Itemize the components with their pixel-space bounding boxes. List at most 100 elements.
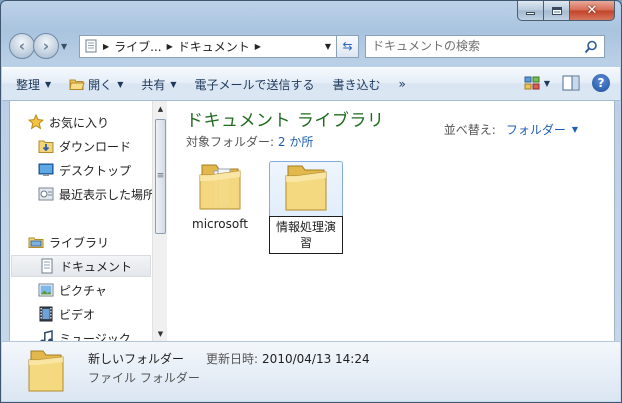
documents-icon (41, 258, 53, 274)
command-bar: 整理 ▼ 開く ▼ 共有 ▼ 電子メールで送信する 書き込む » ▼ ? (2, 67, 620, 101)
navigation-scrollbar[interactable]: ▲ ≡ ▼ (152, 101, 167, 341)
help-icon[interactable]: ? (592, 74, 610, 92)
open-button[interactable]: 開く ▼ (69, 76, 123, 93)
back-arrow-icon: ‹ (18, 37, 26, 55)
file-item-microsoft[interactable]: microsoft (183, 161, 257, 231)
refresh-icon: ⇆ (342, 39, 353, 53)
organize-button[interactable]: 整理 ▼ (16, 76, 51, 93)
close-button[interactable]: ✕ (570, 1, 615, 21)
search-box (365, 34, 605, 58)
documents-location-icon (85, 39, 97, 53)
recent-pages-dropdown[interactable]: ▼ (61, 42, 73, 51)
nav-label: ミュージック (59, 331, 131, 342)
modified-label: 更新日時: (206, 352, 259, 366)
pictures-icon (38, 283, 54, 297)
libraries-icon (28, 237, 44, 248)
breadcrumb-separator-icon[interactable]: ▶ (167, 42, 173, 51)
organize-label: 整理 (16, 77, 41, 92)
star-icon (28, 114, 44, 130)
folder-icon (199, 164, 241, 210)
scroll-down-icon[interactable]: ▼ (153, 326, 168, 341)
burn-button[interactable]: 書き込む (333, 76, 381, 93)
scrollbar-thumb[interactable]: ≡ (155, 119, 166, 234)
library-title: ドキュメント ライブラリ (186, 111, 385, 131)
nav-label: ライブラリ (49, 235, 110, 250)
file-name: microsoft (192, 217, 248, 231)
caption-buttons: ✕ (517, 1, 615, 21)
selected-item-type: ファイル フォルダー (88, 371, 200, 385)
folder-icon (285, 165, 327, 211)
email-button[interactable]: 電子メールで送信する (195, 76, 315, 93)
navigation-bar: ‹ › ▼ ▶ ライブ... ▶ ドキュメント ▶ ▼ ⇆ (9, 31, 615, 61)
search-input[interactable] (372, 39, 577, 53)
breadcrumb-separator-icon[interactable]: ▶ (255, 42, 261, 51)
nav-item-videos[interactable]: ビデオ (38, 303, 95, 325)
nav-label: デスクトップ (59, 163, 132, 178)
arrange-by: 並べ替え: フォルダー ▼ (444, 121, 578, 138)
share-button[interactable]: 共有 ▼ (141, 76, 176, 93)
nav-label: ビデオ (59, 307, 96, 322)
more-commands-icon: » (398, 77, 406, 91)
scroll-up-icon[interactable]: ▲ (153, 101, 168, 116)
includes-label: 対象フォルダー: (186, 135, 275, 149)
nav-label: ドキュメント (60, 259, 133, 274)
videos-icon (39, 306, 53, 322)
chevron-down-icon: ▼ (170, 79, 177, 89)
close-icon: ✕ (586, 3, 598, 18)
navigation-pane: お気に入り ダウンロード デスクトップ 最近表示した場所 ライブラリ ドキュメン… (10, 101, 152, 341)
maximize-icon (551, 6, 562, 15)
change-view-button[interactable]: ▼ (524, 76, 550, 90)
grip-icon: ≡ (156, 170, 165, 181)
open-folder-icon (69, 79, 85, 90)
details-pane: 新しいフォルダー 更新日時: 2010/04/13 14:24 ファイル フォルダ… (2, 341, 620, 401)
minimize-button[interactable] (517, 1, 544, 21)
chevron-down-icon: ▼ (543, 78, 550, 88)
minimize-icon (526, 12, 535, 15)
main-panes: お気に入り ダウンロード デスクトップ 最近表示した場所 ライブラリ ドキュメン… (9, 101, 615, 341)
file-item-jouhou-shori-enshu[interactable]: 情報処理演習 (269, 161, 343, 254)
modified-value: 2010/04/13 14:24 (262, 352, 370, 366)
downloads-folder-icon (38, 140, 54, 153)
share-label: 共有 (141, 77, 166, 92)
arrange-label: 並べ替え: (443, 123, 496, 137)
address-bar[interactable]: ▶ ライブ... ▶ ドキュメント ▶ ▼ (79, 34, 337, 58)
nav-item-downloads[interactable]: ダウンロード (38, 135, 131, 157)
nav-item-recent-places[interactable]: 最近表示した場所 (38, 183, 152, 205)
refresh-button[interactable]: ⇆ (337, 34, 359, 58)
breadcrumb-separator-icon[interactable]: ▶ (103, 42, 109, 51)
selected-item-modified: 更新日時: 2010/04/13 14:24 (206, 350, 370, 367)
recent-places-icon (38, 187, 54, 201)
view-options-icon (524, 76, 540, 90)
nav-item-libraries[interactable]: ライブラリ (28, 231, 109, 253)
nav-item-pictures[interactable]: ピクチャ (38, 279, 107, 301)
nav-item-favorites[interactable]: お気に入り (28, 111, 109, 133)
content-pane: ドキュメント ライブラリ 対象フォルダー: 2 か所 並べ替え: フォルダー ▼… (167, 101, 614, 341)
nav-item-music[interactable]: ミュージック (38, 327, 131, 341)
arrange-by-dropdown[interactable]: フォルダー (506, 121, 566, 138)
email-label: 電子メールで送信する (194, 77, 315, 92)
nav-label: ピクチャ (59, 283, 107, 298)
nav-label: ダウンロード (59, 139, 132, 154)
rename-textbox[interactable]: 情報処理演習 (269, 216, 343, 254)
maximize-button[interactable] (544, 1, 570, 21)
includes-locations-link[interactable]: 2 か所 (278, 135, 313, 149)
nav-item-documents[interactable]: ドキュメント (11, 255, 151, 277)
breadcrumb-documents[interactable]: ドキュメント (178, 38, 250, 55)
chevron-down-icon[interactable]: ▼ (572, 125, 578, 134)
back-button[interactable]: ‹ (9, 33, 35, 59)
nav-label: 最近表示した場所 (59, 187, 152, 202)
search-icon[interactable] (584, 40, 598, 54)
address-dropdown-icon[interactable]: ▼ (320, 36, 336, 57)
nav-label: お気に入り (49, 115, 110, 130)
explorer-window: ✕ ‹ › ▼ ▶ ライブ... ▶ ドキュメント ▶ ▼ ⇆ ドキュメントの検… (0, 0, 622, 403)
preview-pane-icon[interactable] (562, 75, 580, 91)
toolbar-right: ▼ ? (524, 74, 610, 92)
chevron-down-icon: ▼ (117, 79, 124, 89)
nav-item-desktop[interactable]: デスクトップ (38, 159, 131, 181)
more-commands-button[interactable]: » (399, 77, 406, 91)
forward-button[interactable]: › (33, 33, 59, 59)
open-label: 開く (88, 77, 113, 92)
chevron-down-icon: ▼ (45, 79, 52, 89)
folder-icon (28, 350, 64, 392)
breadcrumb-libraries[interactable]: ライブ... (114, 38, 161, 55)
